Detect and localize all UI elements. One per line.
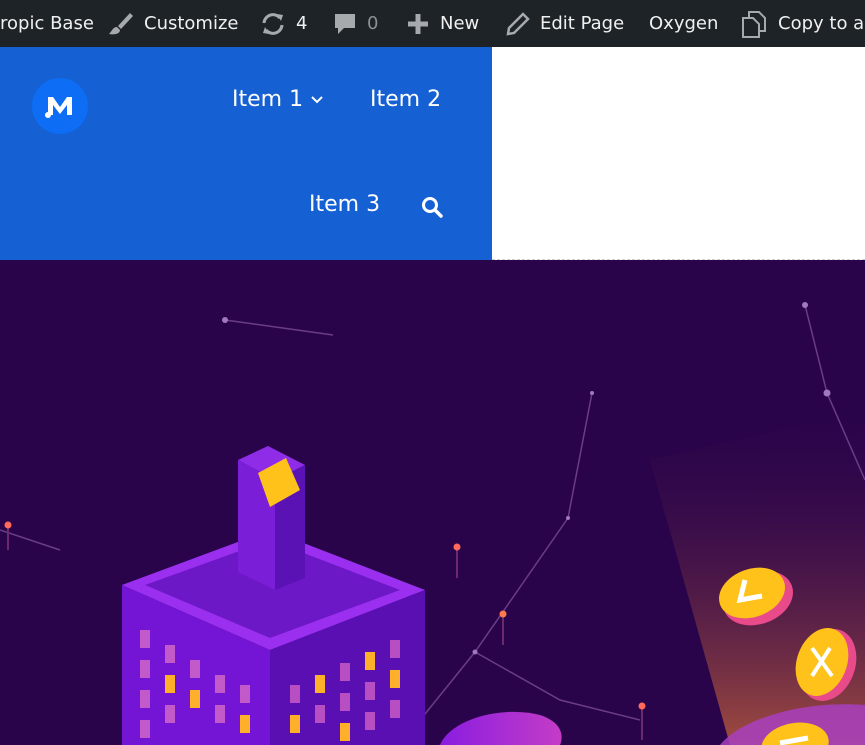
- updates-link[interactable]: 4: [260, 0, 307, 47]
- hero-section: [0, 260, 865, 745]
- new-content-link[interactable]: New: [406, 0, 479, 47]
- menu-item-2-label: Item 2: [370, 87, 442, 112]
- site-header: Item 1 Item 2 Item 3: [0, 47, 492, 261]
- menu-item-1[interactable]: Item 1: [232, 87, 323, 112]
- copy-label: Copy to a: [778, 13, 865, 34]
- admin-bar: ropic Base Customize 4 0 New Edit Page O…: [0, 0, 865, 47]
- hero-illustration: [0, 302, 865, 745]
- oxygen-link[interactable]: Oxygen: [649, 0, 718, 47]
- comments-link[interactable]: 0: [333, 0, 378, 47]
- edit-page-label: Edit Page: [540, 13, 625, 34]
- new-label: New: [440, 13, 480, 34]
- search-icon: [422, 197, 443, 218]
- logo[interactable]: [32, 78, 88, 134]
- copy-to-link[interactable]: Copy to a: [740, 0, 864, 47]
- customize-link[interactable]: Customize: [108, 0, 238, 47]
- edit-page-link[interactable]: Edit Page: [506, 0, 624, 47]
- paintbrush-icon: [108, 11, 134, 37]
- search-button[interactable]: [420, 195, 444, 219]
- menu-item-3-label: Item 3: [309, 192, 381, 217]
- menu-item-2[interactable]: Item 2: [370, 87, 441, 112]
- site-name-label: ropic Base: [0, 13, 94, 34]
- customize-label: Customize: [144, 13, 239, 34]
- updates-count: 4: [296, 13, 308, 34]
- blank-panel: [492, 47, 865, 260]
- refresh-icon: [260, 11, 286, 37]
- plus-icon: [406, 12, 430, 36]
- oxygen-label: Oxygen: [649, 13, 719, 34]
- chevron-down-icon: [311, 95, 323, 105]
- comment-icon: [333, 11, 357, 37]
- copy-icon: [740, 10, 768, 38]
- menu-item-1-label: Item 1: [232, 87, 304, 112]
- site-name-link[interactable]: ropic Base: [0, 0, 94, 47]
- pencil-icon: [506, 11, 530, 36]
- menu-item-3[interactable]: Item 3: [309, 192, 380, 217]
- comments-count: 0: [367, 13, 379, 34]
